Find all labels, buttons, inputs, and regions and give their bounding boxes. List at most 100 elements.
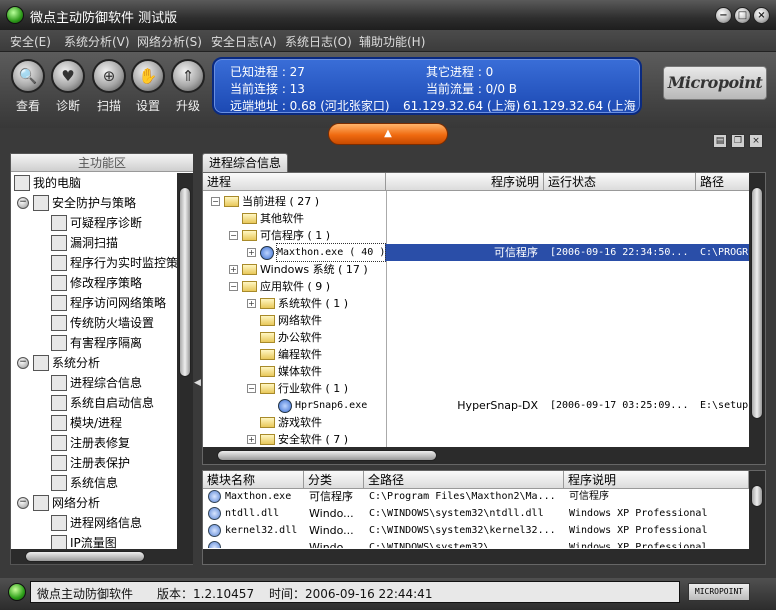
process-row[interactable]: 网络软件	[203, 312, 749, 329]
module-row[interactable]: Maxthon.exe 可信程序 C:\Program Files\Maxthon2…	[203, 488, 748, 505]
scroll-thumb[interactable]	[25, 551, 145, 562]
process-row[interactable]: 游戏软件	[203, 414, 749, 431]
diagnose-button[interactable]: ♥ 诊断	[46, 59, 90, 123]
column-description[interactable]: 程序说明	[386, 173, 544, 191]
process-row[interactable]: 办公软件	[203, 329, 749, 346]
tree-item[interactable]: 程序访问网络策略	[51, 293, 166, 313]
minimize-button[interactable]: −	[715, 7, 732, 24]
settings-button[interactable]: ✋ 设置	[126, 59, 170, 123]
expand-toggle-icon[interactable]: −	[247, 384, 256, 393]
column-full-path[interactable]: 全路径	[364, 471, 564, 489]
menu-security[interactable]: 安全(E)	[10, 33, 51, 50]
collapse-toggle-icon[interactable]: −	[17, 197, 29, 209]
collapse-toggle-icon[interactable]: −	[17, 497, 29, 509]
tree-item[interactable]: 修改程序策略	[51, 273, 142, 293]
tree-item[interactable]: 系统自启动信息	[51, 393, 154, 413]
process-row[interactable]: HprSnap6.exe HyperSnap-DX [2006-09-17 03:2…	[203, 397, 749, 414]
column-module-description[interactable]: 程序说明	[564, 471, 749, 489]
module-row[interactable]: ntdll.dll Windo... C:\WINDOWS\system32\ntd…	[203, 505, 748, 522]
column-status[interactable]: 运行状态	[544, 173, 696, 191]
column-type[interactable]: 分类	[304, 471, 364, 489]
process-row[interactable]: − 可信程序 ( 1 )	[203, 227, 749, 244]
process-row[interactable]: − 应用软件 ( 9 )	[203, 278, 749, 295]
process-row[interactable]: − 行业软件 ( 1 )	[203, 380, 749, 397]
scroll-thumb[interactable]	[751, 187, 763, 419]
process-row[interactable]: 媒体软件	[203, 363, 749, 380]
process-row[interactable]: + Windows 系统 ( 17 )	[203, 261, 749, 278]
tree-item[interactable]: 进程综合信息	[51, 373, 142, 393]
process-row[interactable]: + 系统软件 ( 1 )	[203, 295, 749, 312]
tree-item[interactable]: 程序行为实时监控策	[51, 253, 177, 273]
process-row[interactable]: 其他软件	[203, 210, 749, 227]
tree-item[interactable]: 进程网络信息	[51, 513, 142, 533]
view-button[interactable]: 🔍 查看	[6, 59, 50, 123]
expand-toggle-icon[interactable]: +	[247, 435, 256, 444]
tree-item[interactable]: 可疑程序诊断	[51, 213, 142, 233]
process-row[interactable]: + Maxthon.exe ( 40 ) 可信程序 [2006-09-16 22:34…	[247, 243, 749, 262]
magnifier-icon: 🔍	[18, 67, 38, 85]
tile-icon[interactable]: ▤	[713, 134, 727, 148]
menu-security-log[interactable]: 安全日志(A)	[211, 33, 277, 50]
tree-item[interactable]: − 系统分析	[17, 353, 100, 373]
splitter-arrow-icon[interactable]: ◀	[194, 378, 201, 388]
process-desc: HyperSnap-DX	[457, 399, 538, 412]
process-row[interactable]: + 安全软件 ( 7 )	[203, 431, 749, 447]
menu-system-log[interactable]: 系统日志(O)	[285, 33, 352, 50]
scroll-thumb[interactable]	[179, 187, 191, 377]
module-row[interactable]: ... Windo... C:\WINDOWS\system32\... Window…	[203, 539, 748, 548]
left-horizontal-scrollbar[interactable]	[11, 549, 193, 564]
tree-item[interactable]: 我的电脑	[14, 173, 81, 193]
tree-item-label: 程序行为实时监控策	[70, 256, 177, 270]
menu-network-analysis[interactable]: 网络分析(S)	[137, 33, 202, 50]
module-vertical-scrollbar[interactable]	[749, 471, 765, 549]
process-desc: 可信程序	[494, 246, 538, 259]
scroll-thumb[interactable]	[217, 450, 437, 461]
close-button[interactable]: ×	[753, 7, 770, 24]
module-row[interactable]: kernel32.dll Windo... C:\WINDOWS\system32\…	[203, 522, 748, 539]
upgrade-button[interactable]: ⇑ 升级	[166, 59, 210, 123]
tree-item[interactable]: 漏洞扫描	[51, 233, 118, 253]
tree-item-label: 传统防火墙设置	[70, 316, 155, 330]
module-horizontal-scrollbar[interactable]	[203, 549, 765, 564]
tree-item[interactable]: 注册表保护	[51, 453, 130, 473]
column-path[interactable]: 路径	[696, 173, 751, 191]
tree-item[interactable]: 注册表修复	[51, 433, 130, 453]
tree-item[interactable]: 系统信息	[51, 473, 118, 493]
column-module-name[interactable]: 模块名称	[203, 471, 304, 489]
tree-item[interactable]: 有害程序隔离	[51, 333, 142, 353]
expand-toggle-icon[interactable]: −	[229, 231, 238, 240]
process-label: HprSnap6.exe	[295, 400, 368, 411]
process-row[interactable]: 编程软件	[203, 346, 749, 363]
tree-item[interactable]: 传统防火墙设置	[51, 313, 154, 333]
collapse-toggle-icon[interactable]: −	[17, 357, 29, 369]
tree-item-label: 模块/进程	[70, 416, 123, 430]
expand-toggle-icon[interactable]: +	[247, 299, 256, 308]
menu-tools[interactable]: 辅助功能(H)	[359, 33, 425, 50]
maximize-button[interactable]: □	[734, 7, 751, 24]
tree-item[interactable]: − 网络分析	[17, 493, 100, 513]
tab-process-info[interactable]: 进程综合信息	[202, 153, 288, 172]
scan-button[interactable]: ⊕ 扫描	[87, 59, 131, 123]
left-vertical-scrollbar[interactable]	[177, 173, 193, 549]
tree-item[interactable]: IP流量图	[51, 533, 117, 549]
expand-toggle-icon[interactable]: +	[229, 265, 238, 274]
process-label: 其他软件	[260, 212, 304, 225]
tree-item[interactable]: 模块/进程	[51, 413, 122, 433]
menu-system-analysis[interactable]: 系统分析(V)	[64, 33, 130, 50]
expand-toggle-icon[interactable]: −	[211, 197, 220, 206]
process-horizontal-scrollbar[interactable]	[203, 447, 765, 464]
scroll-thumb[interactable]	[751, 485, 763, 507]
process-vertical-scrollbar[interactable]	[749, 173, 765, 447]
restore-icon[interactable]: ❐	[731, 134, 745, 148]
tree-item-label: 网络分析	[52, 496, 101, 510]
column-process[interactable]: 进程	[203, 173, 386, 191]
status-panel: 已知进程 : 27 其它进程 : 0 当前连接 : 13 当前流量 : 0/0 …	[212, 57, 642, 115]
collapse-toolbar-button[interactable]: ▲	[328, 123, 448, 145]
expand-toggle-icon[interactable]: −	[229, 282, 238, 291]
process-label: 媒体软件	[278, 365, 322, 378]
panel-splitter[interactable]: ◀	[193, 153, 202, 565]
process-row[interactable]: − 当前进程 ( 27 )	[203, 193, 749, 210]
tree-item[interactable]: − 安全防护与策略	[17, 193, 136, 213]
close-panel-icon[interactable]: ×	[749, 134, 763, 148]
expand-toggle-icon[interactable]: +	[247, 248, 256, 257]
